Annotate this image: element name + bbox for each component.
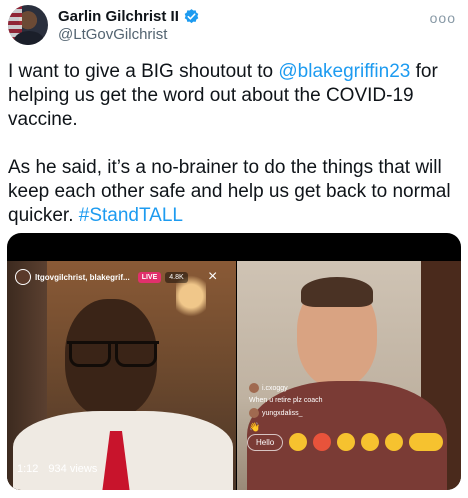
video-pane-left <box>7 261 236 490</box>
ig-avatar <box>15 269 31 285</box>
comment: i.cxoggy <box>249 383 323 393</box>
tweet-text: I want to give a BIG shoutout to @blakeg… <box>8 60 460 252</box>
tweet-text-segment: I want to give a BIG shoutout to <box>8 61 279 82</box>
reaction-bar: Hello <box>247 433 444 451</box>
ig-username: ltgovgilchrist, blakegrif... <box>35 272 130 282</box>
verified-badge-icon <box>184 9 199 24</box>
hashtag-link[interactable]: #StandTALL <box>79 205 183 226</box>
comment-avatar <box>249 383 259 393</box>
author-avatar[interactable] <box>8 5 48 45</box>
avatar-suit <box>14 31 44 45</box>
clap-emoji-icon <box>361 433 380 451</box>
mention-link[interactable]: @blakegriffin23 <box>278 61 410 82</box>
hands-emoji-icon <box>337 433 356 451</box>
live-comments: i.cxoggy When u retire plz coach yungxda… <box>249 383 323 437</box>
video-stats: 1:12 934 views <box>17 463 97 475</box>
comment-avatar <box>249 408 259 418</box>
comment: 👋 <box>249 422 323 433</box>
hello-pill: Hello <box>247 433 284 451</box>
heart-eyes-emoji-icon <box>313 433 332 451</box>
laughing-emoji-icon <box>289 433 308 451</box>
live-badge: LIVE <box>137 271 162 283</box>
wave-emoji-icon: 👋 <box>249 422 261 432</box>
tweet-paragraph-1: I want to give a BIG shoutout to @blakeg… <box>8 60 460 132</box>
comment: yungxdaliss_ <box>249 408 323 418</box>
comment-text: When u retire plz coach <box>249 397 323 404</box>
more-horizontal-icon[interactable]: ooo <box>430 10 456 26</box>
comment: When u retire plz coach <box>249 397 323 404</box>
viewer-count: 4.8K <box>165 271 188 283</box>
tweet-text-segment: As he said, it’s a no-brainer to do the … <box>8 157 451 226</box>
author-name-row: Garlin Gilchrist II <box>58 8 200 25</box>
video-views: 934 views <box>48 463 98 475</box>
comment-user: yungxdaliss_ <box>262 409 303 417</box>
author-display-name[interactable]: Garlin Gilchrist II <box>58 8 179 25</box>
close-icon: × <box>208 268 218 285</box>
shocked-emoji-icon <box>385 433 404 451</box>
video-time: 1:12 <box>17 463 39 475</box>
laughing-trio-emoji-icon <box>409 433 444 451</box>
glasses <box>67 341 159 367</box>
author-handle[interactable]: @LtGovGilchrist <box>58 26 167 43</box>
comment-user: i.cxoggy <box>262 384 288 392</box>
instagram-live-header: ltgovgilchrist, blakegrif... LIVE 4.8K <box>15 269 188 285</box>
person-hair <box>301 277 373 307</box>
video-pane-right <box>237 261 461 490</box>
tweet-paragraph-2: As he said, it’s a no-brainer to do the … <box>8 156 460 228</box>
video-player[interactable]: ltgovgilchrist, blakegrif... LIVE 4.8K ×… <box>7 233 461 490</box>
